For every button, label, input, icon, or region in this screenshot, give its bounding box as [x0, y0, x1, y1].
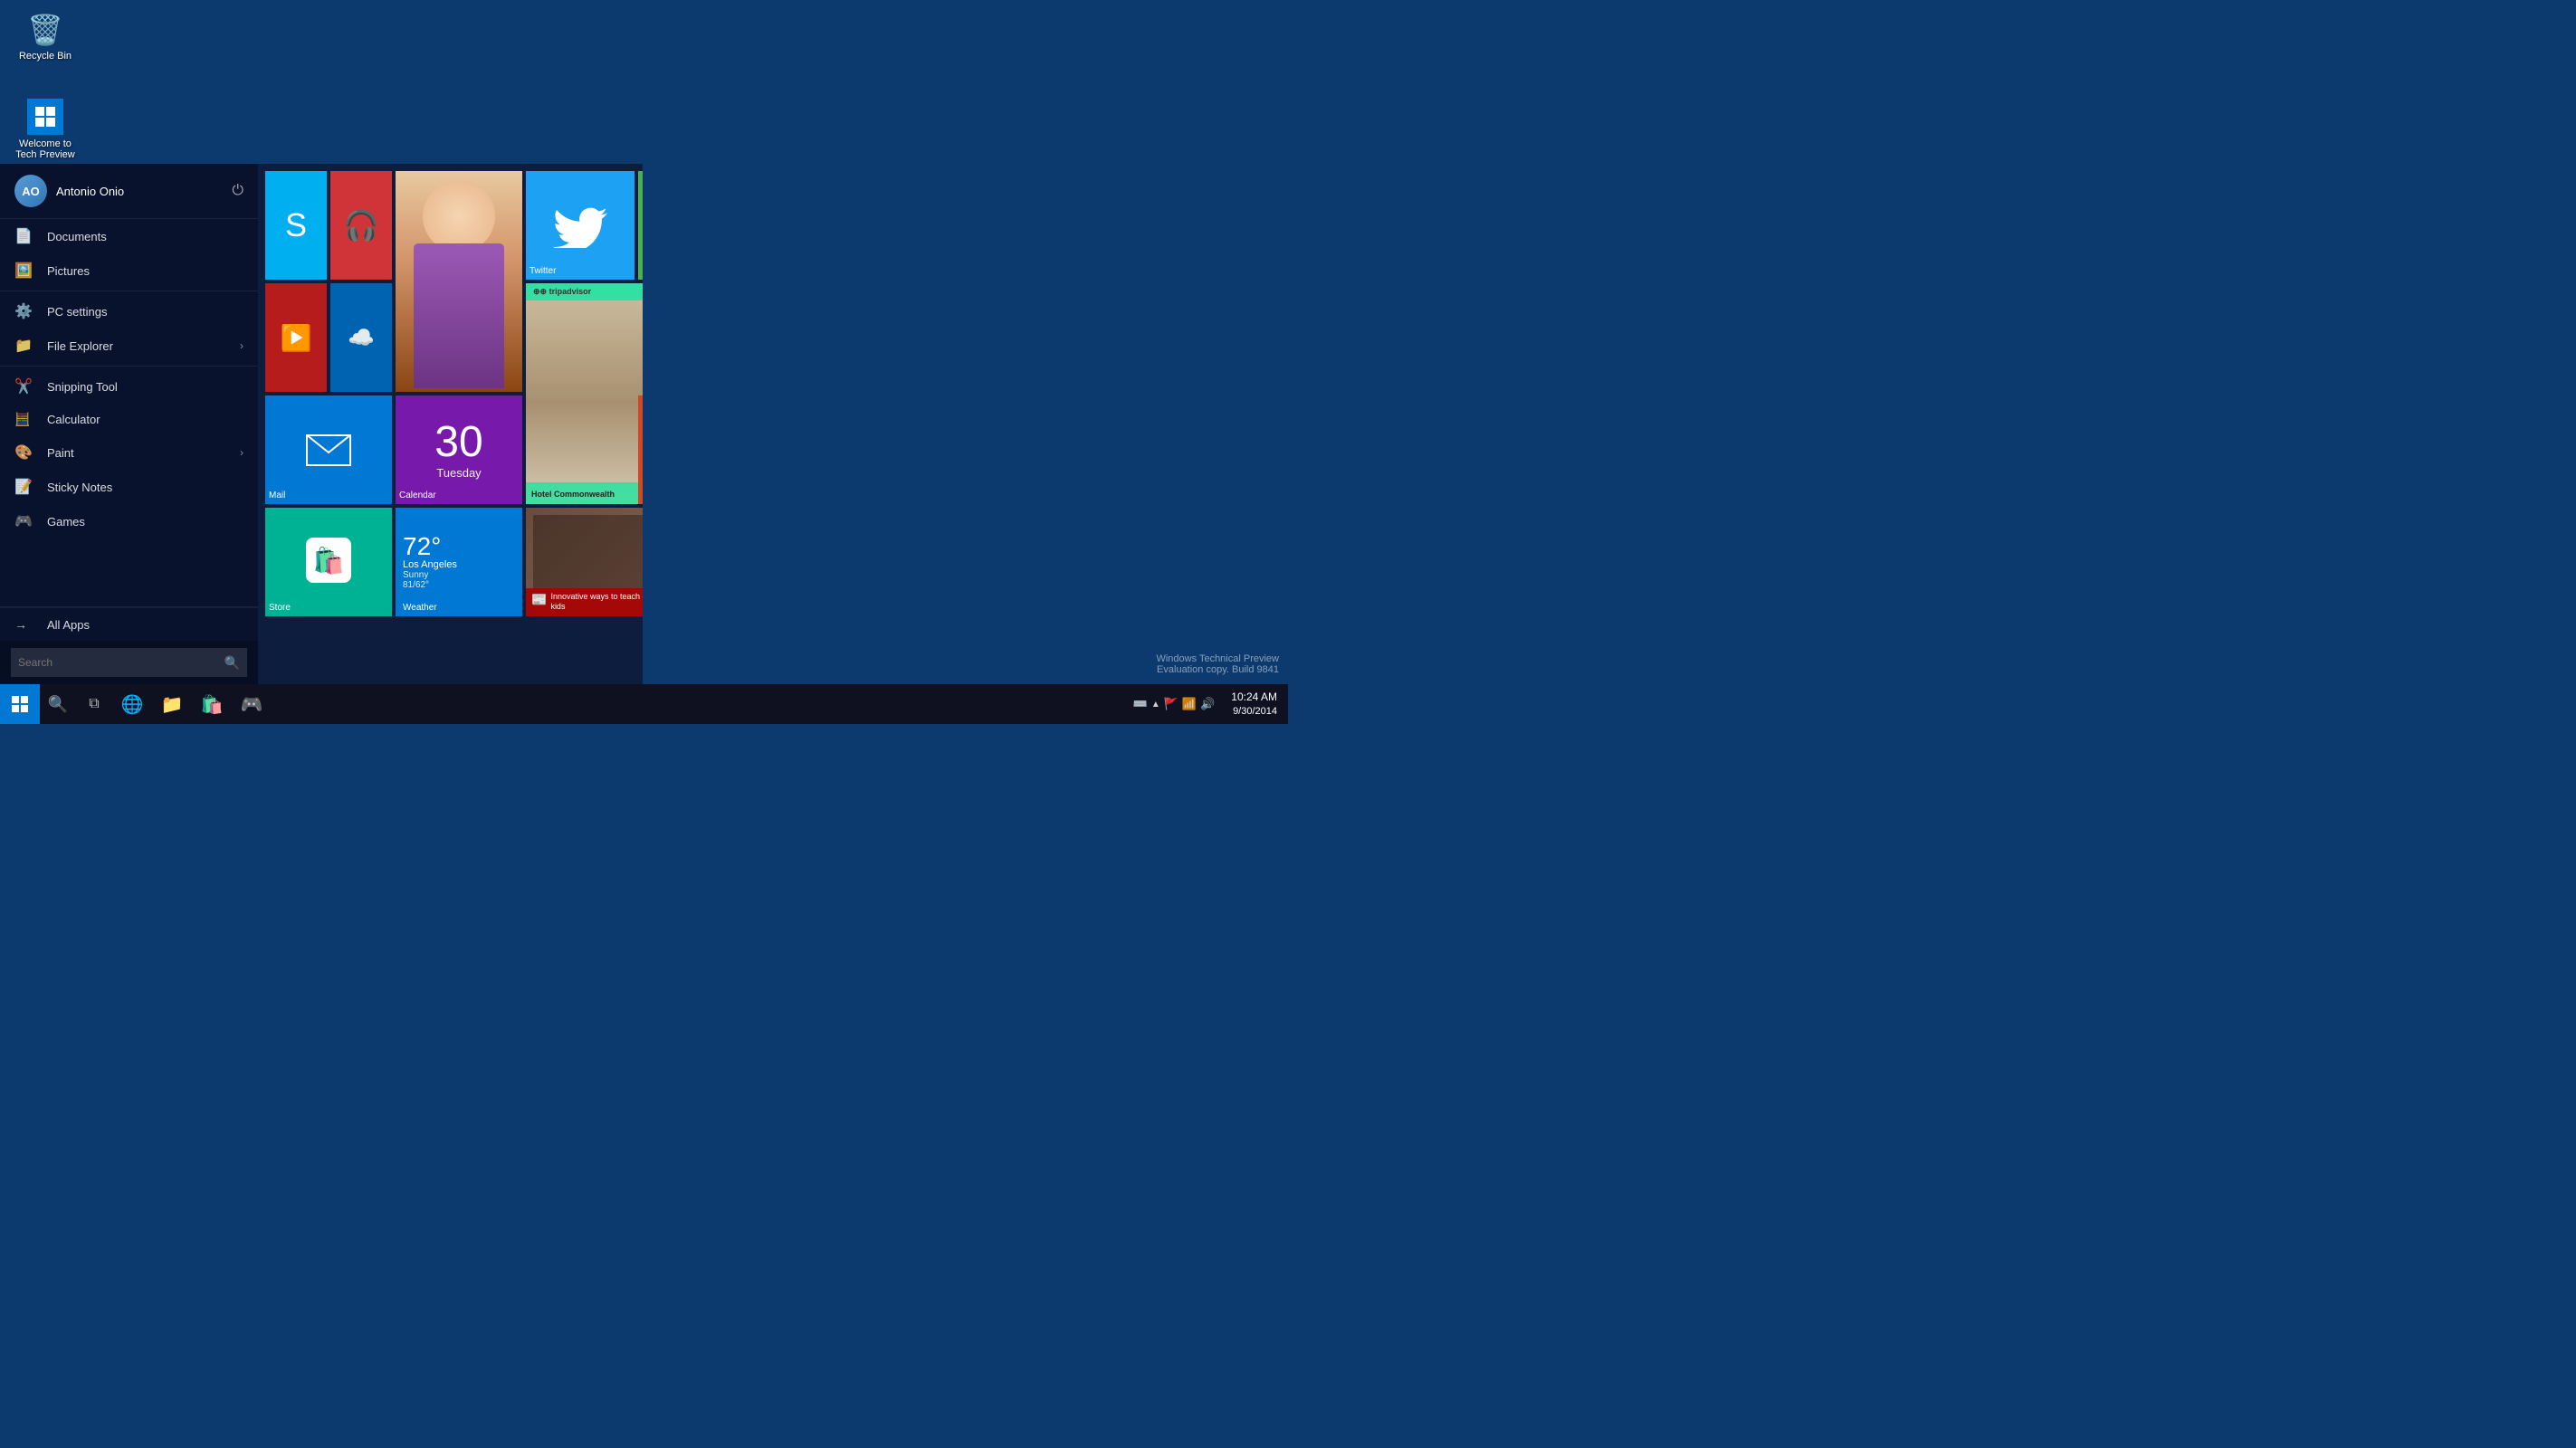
tiles-grid: S 🎧 T — [265, 171, 641, 673]
calendar-day: Tuesday — [436, 466, 481, 480]
flag-icon[interactable]: 🚩 — [1164, 697, 1178, 711]
nav-item-paint[interactable]: 🎨 Paint › — [0, 435, 258, 470]
taskbar-clock[interactable]: 10:24 AM 9/30/2014 — [1220, 690, 1288, 719]
system-tray: ⌨️ ▲ 🚩 📶 🔊 — [1128, 697, 1221, 711]
sticky-notes-icon: 📝 — [14, 478, 34, 496]
tile-twitter[interactable]: Twitter — [526, 171, 634, 280]
taskbar: 🔍 ⧉ 🌐 📁 🛍️ 🎮 ⌨️ ▲ 🚩 📶 🔊 — [0, 684, 1288, 724]
nav-divider-2 — [0, 366, 258, 367]
clock-time: 10:24 AM — [1231, 690, 1277, 705]
documents-icon: 📄 — [14, 227, 34, 245]
article-icon: 📰 — [531, 592, 547, 607]
ie-icon: 🌐 — [121, 693, 144, 716]
user-name: Antonio Onio — [56, 185, 232, 198]
search-input[interactable] — [18, 656, 224, 669]
start-menu: AO Antonio Onio ⏻ 📄 Documents 🖼️ Picture… — [0, 164, 643, 684]
tripadvisor-label: Hotel Commonwealth — [531, 490, 615, 499]
weather-temp: 72° — [403, 534, 515, 559]
taskbar-explorer-button[interactable]: 📁 — [152, 684, 192, 724]
recycle-bin-label: Recycle Bin — [19, 51, 72, 62]
twitter-bird-icon — [553, 203, 607, 248]
network-icon[interactable]: 📶 — [1182, 697, 1197, 711]
nav-item-pictures[interactable]: 🖼️ Pictures — [0, 253, 258, 288]
taskbar-xbox-button[interactable]: 🎮 — [232, 684, 272, 724]
recycle-bin-icon[interactable]: 🗑️ Recycle Bin — [9, 9, 81, 65]
taskbar-store-button[interactable]: 🛍️ — [192, 684, 232, 724]
pc-settings-icon: ⚙️ — [14, 302, 34, 320]
weather-condition: Sunny — [403, 570, 515, 580]
file-explorer-arrow: › — [240, 339, 243, 352]
nav-item-pc-settings[interactable]: ⚙️ PC settings — [0, 294, 258, 329]
nav-item-sticky[interactable]: 📝 Sticky Notes — [0, 470, 258, 504]
tile-onedrive[interactable]: ☁️ — [330, 283, 392, 392]
paint-icon: 🎨 — [14, 443, 34, 462]
nav-item-documents[interactable]: 📄 Documents — [0, 219, 258, 253]
tile-tripadvisor[interactable]: ⊕⊕ tripadvisor Hotel Commonwealth — [526, 283, 643, 504]
all-apps-label: All Apps — [47, 618, 90, 632]
nav-item-snipping[interactable]: ✂️ Snipping Tool — [0, 369, 258, 404]
welcome-icon[interactable]: Welcome toTech Preview — [9, 95, 81, 164]
taskbar-search-icon: 🔍 — [48, 695, 68, 714]
all-apps-button[interactable]: → All Apps — [0, 607, 258, 641]
clock-date: 9/30/2014 — [1231, 705, 1277, 719]
snipping-icon: ✂️ — [14, 377, 34, 395]
games-icon: 🎮 — [14, 512, 34, 530]
calendar-label: Calendar — [399, 491, 436, 500]
desktop: 🗑️ Recycle Bin Welcome toTech Preview Wi… — [0, 0, 1288, 724]
store-label: Store — [269, 603, 291, 613]
tile-mail[interactable]: Mail — [265, 395, 392, 504]
taskbar-search-button[interactable]: 🔍 — [40, 684, 76, 724]
onedrive-icon: ☁️ — [348, 325, 375, 351]
nav-item-games[interactable]: 🎮 Games — [0, 504, 258, 538]
paint-arrow: › — [240, 446, 243, 459]
all-apps-arrow-icon: → — [14, 617, 34, 632]
pictures-icon: 🖼️ — [14, 262, 34, 280]
watermark: Windows Technical Preview Evaluation cop… — [1156, 653, 1279, 675]
mail-icon — [306, 434, 351, 466]
tile-weather[interactable]: 72° Los Angeles Sunny 81/62° Weather — [396, 508, 522, 616]
keyboard-icon[interactable]: ⌨️ — [1133, 697, 1148, 711]
start-button[interactable] — [0, 684, 40, 724]
article-label: Innovative ways to teach computers to ki… — [550, 592, 643, 613]
tile-skype[interactable]: S — [265, 171, 327, 280]
music-icon: 🎧 — [343, 208, 379, 243]
file-explorer-icon: 📁 — [14, 337, 34, 355]
tile-store[interactable]: 🛍️ Store — [265, 508, 392, 616]
power-icon[interactable]: ⏻ — [232, 183, 243, 199]
search-box[interactable]: 🔍 — [11, 648, 247, 677]
explorer-icon: 📁 — [161, 693, 184, 716]
mail-label: Mail — [269, 491, 285, 500]
taskbar-store-icon: 🛍️ — [201, 693, 224, 716]
taskbar-taskview-button[interactable]: ⧉ — [76, 684, 112, 724]
twitter-label: Twitter — [530, 266, 556, 276]
tile-calendar[interactable]: 30 Tuesday Calendar — [396, 395, 522, 504]
weather-range: 81/62° — [403, 580, 515, 590]
start-menu-left: AO Antonio Onio ⏻ 📄 Documents 🖼️ Picture… — [0, 164, 258, 684]
welcome-label: Welcome toTech Preview — [15, 138, 74, 160]
weather-location: Los Angeles — [403, 559, 515, 570]
nav-item-file-explorer[interactable]: 📁 File Explorer › — [0, 329, 258, 363]
tile-article[interactable]: 📰 Innovative ways to teach computers to … — [526, 508, 643, 616]
tile-powerpoint[interactable]: P — [638, 395, 643, 504]
tile-photos[interactable] — [396, 171, 522, 392]
user-avatar: AO — [14, 175, 47, 207]
skype-icon: S — [285, 206, 307, 244]
video-icon: ▶️ — [281, 323, 312, 353]
calculator-icon: 🧮 — [14, 412, 34, 427]
search-box-container: 🔍 — [0, 641, 258, 684]
nav-item-calculator[interactable]: 🧮 Calculator — [0, 404, 258, 435]
weather-label: Weather — [403, 603, 437, 613]
taskview-icon: ⧉ — [89, 696, 99, 712]
calendar-date: 30 — [434, 421, 482, 464]
chevron-icon[interactable]: ▲ — [1151, 700, 1160, 710]
xbox-icon: 🎮 — [241, 693, 263, 716]
search-icon: 🔍 — [224, 655, 240, 671]
tile-music[interactable]: 🎧 — [330, 171, 392, 280]
tile-mint[interactable]: 🌿mint.com — [638, 171, 643, 280]
tiles-panel: S 🎧 T — [258, 164, 643, 684]
taskbar-ie-button[interactable]: 🌐 — [112, 684, 152, 724]
user-section[interactable]: AO Antonio Onio ⏻ — [0, 164, 258, 219]
tile-video[interactable]: ▶️ — [265, 283, 327, 392]
volume-icon[interactable]: 🔊 — [1200, 697, 1215, 711]
